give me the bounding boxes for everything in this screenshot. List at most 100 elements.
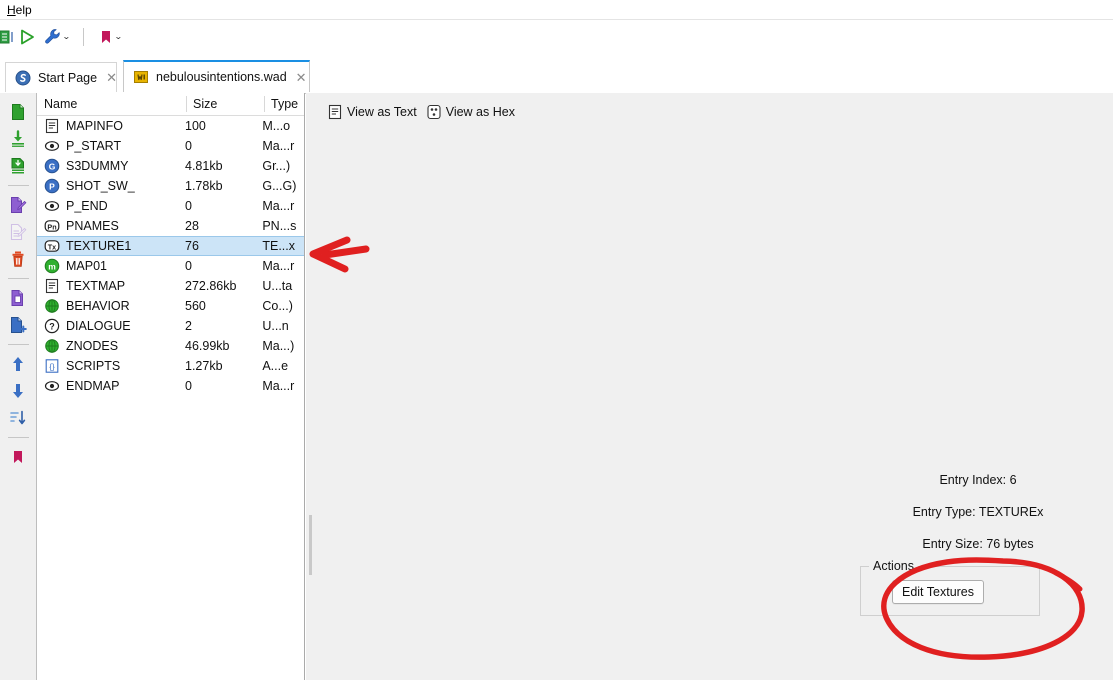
entry-info-panel: Entry Index: 6 Entry Type: TEXTUREx Entr… (843, 93, 1113, 680)
entry-size: 4.81kb (185, 159, 223, 173)
view-as-text-button[interactable]: View as Text (325, 101, 424, 123)
entry-index-label: Entry Index: 6 (939, 473, 1017, 487)
entry-row[interactable]: P_START 0 Ma...r (37, 136, 304, 156)
entry-size: 1.27kb (185, 359, 223, 373)
entry-name: SHOT_SW_ (66, 179, 135, 193)
rail-separator-3 (7, 344, 29, 345)
sort-entries-button[interactable] (5, 405, 31, 431)
entry-list-rows: MAPINFO 100 M...o P_START 0 Ma...r G S3DUMMY 4… (37, 116, 304, 396)
entry-type: Ma...r (262, 139, 295, 153)
column-header-size[interactable]: Size (186, 93, 264, 115)
edit-entry-disabled-button (5, 219, 31, 245)
entry-row[interactable]: P SHOT_SW_ 1.78kb G...G) (37, 176, 304, 196)
bookmark-dropdown-caret-icon[interactable]: ⌄ (114, 32, 123, 41)
entry-row[interactable]: TEXTMAP 272.86kb U...ta (37, 276, 304, 296)
tab-nebulousintentions-wad[interactable]: nebulousintentions.wad ✕ (123, 60, 310, 92)
entry-list-panel: Name Size Type MAPINFO 100 M...o P_START 0 M… (37, 93, 305, 680)
delete-entry-icon (12, 251, 24, 267)
actions-groupbox-title: Actions (869, 559, 918, 573)
entry-row[interactable]: ENDMAP 0 Ma...r (37, 376, 304, 396)
map-editor-button[interactable] (0, 23, 14, 51)
entry-row-selected[interactable]: Tx TEXTURE1 76 TE...x (37, 236, 304, 256)
entry-type: Ma...r (262, 199, 295, 213)
entry-type: U...ta (262, 279, 293, 293)
patch-entry-icon: P (44, 178, 60, 194)
column-header-name[interactable]: Name (37, 93, 186, 115)
entry-size: 46.99kb (185, 339, 230, 353)
svg-text:P: P (49, 181, 55, 191)
run-button[interactable] (14, 23, 40, 51)
edit-entry-disabled-icon (10, 223, 27, 241)
tab-nebulousintentions-wad-close-icon[interactable]: ✕ (296, 71, 307, 84)
entry-name: MAPINFO (66, 119, 123, 133)
tools-button[interactable]: ⌄ (40, 23, 74, 51)
splitter-grip[interactable] (309, 515, 312, 575)
bookmark-button[interactable]: ⌄ (93, 23, 127, 51)
edit-textures-button[interactable]: Edit Textures (892, 580, 984, 604)
move-up-button[interactable] (5, 351, 31, 377)
run-icon (21, 29, 34, 44)
entry-name: P_END (66, 199, 108, 213)
new-entry-button[interactable] (5, 99, 31, 125)
column-header-type[interactable]: Type (264, 93, 304, 115)
entry-name: PNAMES (66, 219, 119, 233)
entry-size: 2 (185, 319, 192, 333)
svg-text:G: G (49, 161, 56, 171)
entry-row[interactable]: m MAP01 0 Ma...r (37, 256, 304, 276)
rename-entry-button[interactable] (5, 192, 31, 218)
panel-splitter[interactable] (306, 93, 313, 680)
unknown-entry-icon: ? (44, 318, 60, 334)
entry-size: 76 (185, 239, 199, 253)
wad-archive-icon (134, 71, 148, 83)
menu-item-help-rest: elp (15, 2, 32, 17)
bookmark-entry-button[interactable] (5, 444, 31, 470)
entry-name: DIALOGUE (66, 319, 131, 333)
tab-bar: Start Page ✕ nebulousintentions.wad ✕ (0, 60, 1113, 94)
export-entry-button[interactable] (5, 153, 31, 179)
entry-type: Ma...r (262, 379, 295, 393)
map-editor-icon (0, 30, 13, 43)
entry-size: 560 (185, 299, 206, 313)
svg-text:Pn: Pn (47, 222, 56, 231)
move-down-button[interactable] (5, 378, 31, 404)
toolbar-separator (83, 27, 84, 46)
delete-entry-button[interactable] (5, 246, 31, 272)
entry-row[interactable]: MAPINFO 100 M...o (37, 116, 304, 136)
entry-list-header: Name Size Type (37, 93, 304, 116)
view-as-text-label: View as Text (347, 105, 417, 119)
entry-type: U...n (262, 319, 289, 333)
rail-separator-4 (7, 437, 29, 438)
duplicate-entry-button[interactable] (5, 285, 31, 311)
entry-row[interactable]: Pn PNAMES 28 PN...s (37, 216, 304, 236)
entry-name: ZNODES (66, 339, 119, 353)
entry-type-label: Entry Type: TEXTUREx (912, 505, 1044, 519)
import-entry-button[interactable] (5, 126, 31, 152)
entry-row[interactable]: BEHAVIOR 560 Co...) (37, 296, 304, 316)
script-entry-icon: {} (45, 359, 59, 373)
entry-row[interactable]: ? DIALOGUE 2 U...n (37, 316, 304, 336)
entry-content-panel: View as Text View as Hex Entry Index: 6 … (313, 93, 1113, 680)
view-as-hex-button[interactable]: View as Hex (424, 101, 522, 123)
menu-item-help[interactable]: Help (0, 1, 38, 19)
entry-row[interactable]: {} SCRIPTS 1.27kb A...e (37, 356, 304, 376)
marker-entry-icon (44, 141, 60, 151)
entry-row[interactable]: ZNODES 46.99kb Ma...) (37, 336, 304, 356)
tools-dropdown-caret-icon[interactable]: ⌄ (62, 32, 71, 41)
entry-name: BEHAVIOR (66, 299, 130, 313)
text-entry-icon (45, 118, 59, 134)
entry-name: TEXTMAP (66, 279, 126, 293)
entry-size: 1.78kb (185, 179, 223, 193)
move-up-icon (13, 357, 23, 371)
compiled-entry-icon (45, 299, 59, 313)
tab-start-page-close-icon[interactable]: ✕ (106, 71, 117, 84)
add-entry-button[interactable] (5, 312, 31, 338)
entry-row[interactable]: P_END 0 Ma...r (37, 196, 304, 216)
svg-text:{}: {} (49, 362, 55, 371)
entry-size: 0 (185, 139, 192, 153)
entry-type: M...o (262, 119, 291, 133)
tab-start-page[interactable]: Start Page ✕ (5, 62, 117, 92)
entry-row[interactable]: G S3DUMMY 4.81kb Gr...) (37, 156, 304, 176)
text-entry-icon (45, 278, 59, 294)
import-entry-icon (12, 130, 24, 147)
entry-size-label: Entry Size: 76 bytes (922, 537, 1034, 551)
